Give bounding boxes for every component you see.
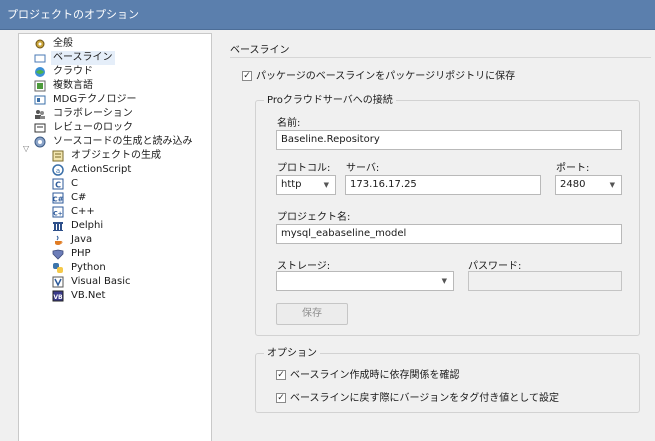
tree-item-label: ActionScript: [71, 164, 132, 175]
group-title: Proクラウドサーバへの接続: [264, 94, 396, 107]
checkmark-icon[interactable]: ✓: [276, 370, 286, 380]
checkmark-icon[interactable]: ✓: [242, 71, 252, 81]
server-input[interactable]: 173.16.17.25: [345, 175, 541, 195]
cpp-icon: C+: [52, 206, 64, 218]
tree-item-label: PHP: [71, 248, 91, 259]
delphi-icon: [53, 222, 63, 231]
password-label: パスワード:: [468, 261, 522, 272]
collapse-arrow-icon[interactable]: ▽: [23, 145, 31, 153]
tree-item-label: ソースコードの生成と読み込み: [53, 136, 193, 147]
port-dropdown[interactable]: 2480 ▼: [555, 175, 622, 195]
tree-item-label: コラボレーション: [53, 108, 133, 119]
checkbox-label: ベースライン作成時に依存関係を確認: [290, 370, 460, 381]
svg-text:C#: C#: [52, 196, 63, 204]
tree-item-label: クラウド: [53, 66, 93, 77]
window-title: プロジェクトのオプション: [0, 0, 655, 30]
vb-icon: [52, 276, 64, 288]
section-title: ベースライン: [230, 45, 290, 56]
checkmark-icon[interactable]: ✓: [276, 393, 286, 403]
project-name-input[interactable]: mysql_eabaseline_model: [276, 224, 622, 244]
tree-item-label: MDGテクノロジー: [53, 94, 137, 105]
tree-item-label: C++: [71, 206, 95, 217]
tree-item-label: Delphi: [71, 220, 104, 231]
chevron-down-icon: ▼: [609, 181, 615, 189]
tree-item-label: ベースライン: [51, 51, 115, 65]
tree-item-label: Visual Basic: [71, 276, 131, 287]
tree-item-label: VB.Net: [71, 290, 106, 301]
baseline-panel: ベースライン ✓ パッケージのベースラインをパッケージリポジトリに保存 Proク…: [213, 33, 655, 441]
tree-item-label: レビューのロック: [53, 122, 133, 133]
chevron-down-icon: ▼: [441, 277, 447, 285]
checkbox-label: パッケージのベースラインをパッケージリポジトリに保存: [256, 71, 516, 82]
python-icon: [53, 263, 63, 273]
vbnet-icon: VB: [52, 290, 64, 302]
tree-item-label: オブジェクトの生成: [71, 150, 161, 161]
globe-icon: [35, 67, 45, 77]
folder-icon: [34, 54, 46, 63]
storage-label: ストレージ:: [277, 261, 331, 272]
tree-item-label: Java: [71, 234, 93, 245]
svg-text:VB: VB: [53, 294, 63, 301]
options-tree[interactable]: ▽ 全般 ベースライン クラウド 複数言語 MDGテクノロジー コラボレーション…: [18, 33, 212, 441]
tree-item-label: C: [71, 178, 78, 189]
lock-icon: [34, 123, 46, 133]
php-icon: [52, 249, 64, 260]
section-divider: [230, 57, 651, 58]
name-label: 名前:: [277, 118, 301, 129]
object-icon: [52, 150, 64, 162]
chevron-down-icon: ▼: [323, 181, 329, 189]
password-input[interactable]: [468, 271, 622, 291]
tree-item-label: C#: [71, 192, 87, 203]
project-name-label: プロジェクト名:: [277, 212, 351, 223]
tree-item-label: 全般: [53, 38, 73, 49]
mdg-icon: [34, 95, 46, 105]
port-value: 2480: [560, 179, 586, 190]
gears-icon: [34, 136, 46, 148]
svg-text:C+: C+: [53, 211, 62, 218]
name-input[interactable]: Baseline.Repository: [276, 130, 622, 150]
c-icon: C: [52, 178, 64, 190]
csharp-icon: C#: [52, 192, 64, 204]
group-title: オプション: [264, 347, 320, 360]
protocol-value: http: [281, 179, 302, 190]
actionscript-icon: a: [52, 164, 64, 176]
protocol-label: プロトコル:: [277, 163, 331, 174]
svg-text:a: a: [56, 167, 60, 175]
tree-item-label: Python: [71, 262, 106, 273]
options-group: オプション ✓ ベースライン作成時に依存関係を確認 ✓ ベースラインに戻す際にバ…: [255, 347, 640, 413]
gear-icon: [35, 39, 45, 49]
server-label: サーバ:: [346, 163, 380, 174]
java-icon: [55, 235, 63, 245]
save-button[interactable]: 保存: [276, 303, 348, 325]
cloud-server-group: Proクラウドサーバへの接続 名前: Baseline.Repository プ…: [255, 94, 640, 336]
svg-text:C: C: [55, 181, 61, 190]
port-label: ポート:: [556, 163, 590, 174]
users-icon: [35, 110, 45, 119]
checkbox-label: ベースラインに戻す際にバージョンをタグ付き値として設定: [290, 393, 559, 404]
protocol-dropdown[interactable]: http ▼: [276, 175, 336, 195]
languages-icon: [34, 80, 46, 92]
tree-item-label: 複数言語: [53, 80, 93, 91]
storage-dropdown[interactable]: ▼: [276, 271, 454, 291]
